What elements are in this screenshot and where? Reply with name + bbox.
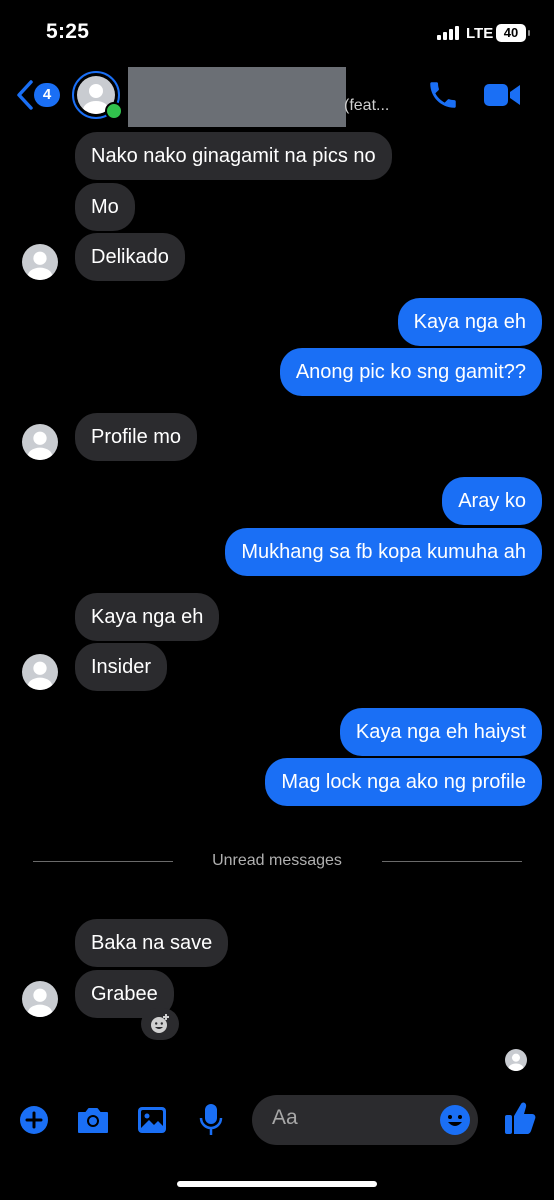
online-status-dot — [105, 102, 123, 120]
add-reaction-button[interactable] — [141, 1008, 179, 1040]
home-indicator — [177, 1181, 377, 1187]
message-outgoing[interactable]: Mag lock nga ako ng profile — [265, 758, 542, 806]
message-incoming[interactable]: Profile mo — [75, 413, 198, 461]
seen-receipt-avatar — [505, 1049, 527, 1071]
unread-count-badge[interactable]: 4 — [34, 83, 60, 107]
sender-avatar[interactable] — [22, 654, 58, 690]
add-reaction-icon — [151, 1014, 169, 1033]
sender-avatar[interactable] — [22, 244, 58, 280]
camera-icon[interactable] — [76, 1106, 110, 1134]
microphone-icon[interactable] — [199, 1103, 223, 1137]
message-outgoing[interactable]: Kaya nga eh haiyst — [339, 708, 542, 756]
phone-icon[interactable] — [426, 78, 460, 112]
message-incoming[interactable]: Mo — [75, 183, 135, 231]
signal-icon — [437, 26, 461, 40]
network-label: LTE — [466, 25, 494, 42]
message-incoming[interactable]: Delikado — [75, 233, 185, 281]
status-time: 5:25 — [46, 20, 90, 43]
redacted-contact-name — [128, 67, 346, 127]
message-input-placeholder: Aa — [272, 1106, 298, 1129]
message-outgoing[interactable]: Mukhang sa fb kopa kumuha ah — [225, 528, 542, 576]
message-outgoing[interactable]: Anong pic ko sng gamit?? — [279, 348, 542, 396]
message-incoming[interactable]: Baka na save — [75, 919, 229, 967]
default-avatar-icon — [27, 661, 53, 690]
sender-avatar[interactable] — [22, 981, 58, 1017]
back-arrow-icon[interactable] — [14, 78, 36, 112]
default-avatar-icon — [27, 988, 53, 1017]
default-avatar-icon — [27, 251, 53, 280]
battery-icon: 40 — [496, 24, 530, 42]
sender-avatar[interactable] — [22, 424, 58, 460]
message-outgoing[interactable]: Kaya nga eh — [397, 298, 542, 346]
emoji-icon[interactable] — [439, 1104, 471, 1136]
image-icon[interactable] — [137, 1106, 167, 1134]
message-incoming[interactable]: Insider — [75, 643, 168, 691]
video-camera-icon[interactable] — [483, 80, 521, 110]
plus-icon[interactable] — [19, 1105, 49, 1135]
message-incoming[interactable]: Nako nako ginagamit na pics no — [75, 132, 392, 180]
default-avatar-icon — [508, 1053, 524, 1071]
message-outgoing[interactable]: Aray ko — [442, 477, 542, 525]
message-incoming[interactable]: Kaya nga eh — [75, 593, 220, 641]
default-avatar-icon — [27, 431, 53, 460]
contact-name-suffix: (feat... — [344, 97, 390, 114]
thumbs-up-icon[interactable] — [504, 1101, 536, 1135]
divider-line-right — [382, 861, 522, 862]
